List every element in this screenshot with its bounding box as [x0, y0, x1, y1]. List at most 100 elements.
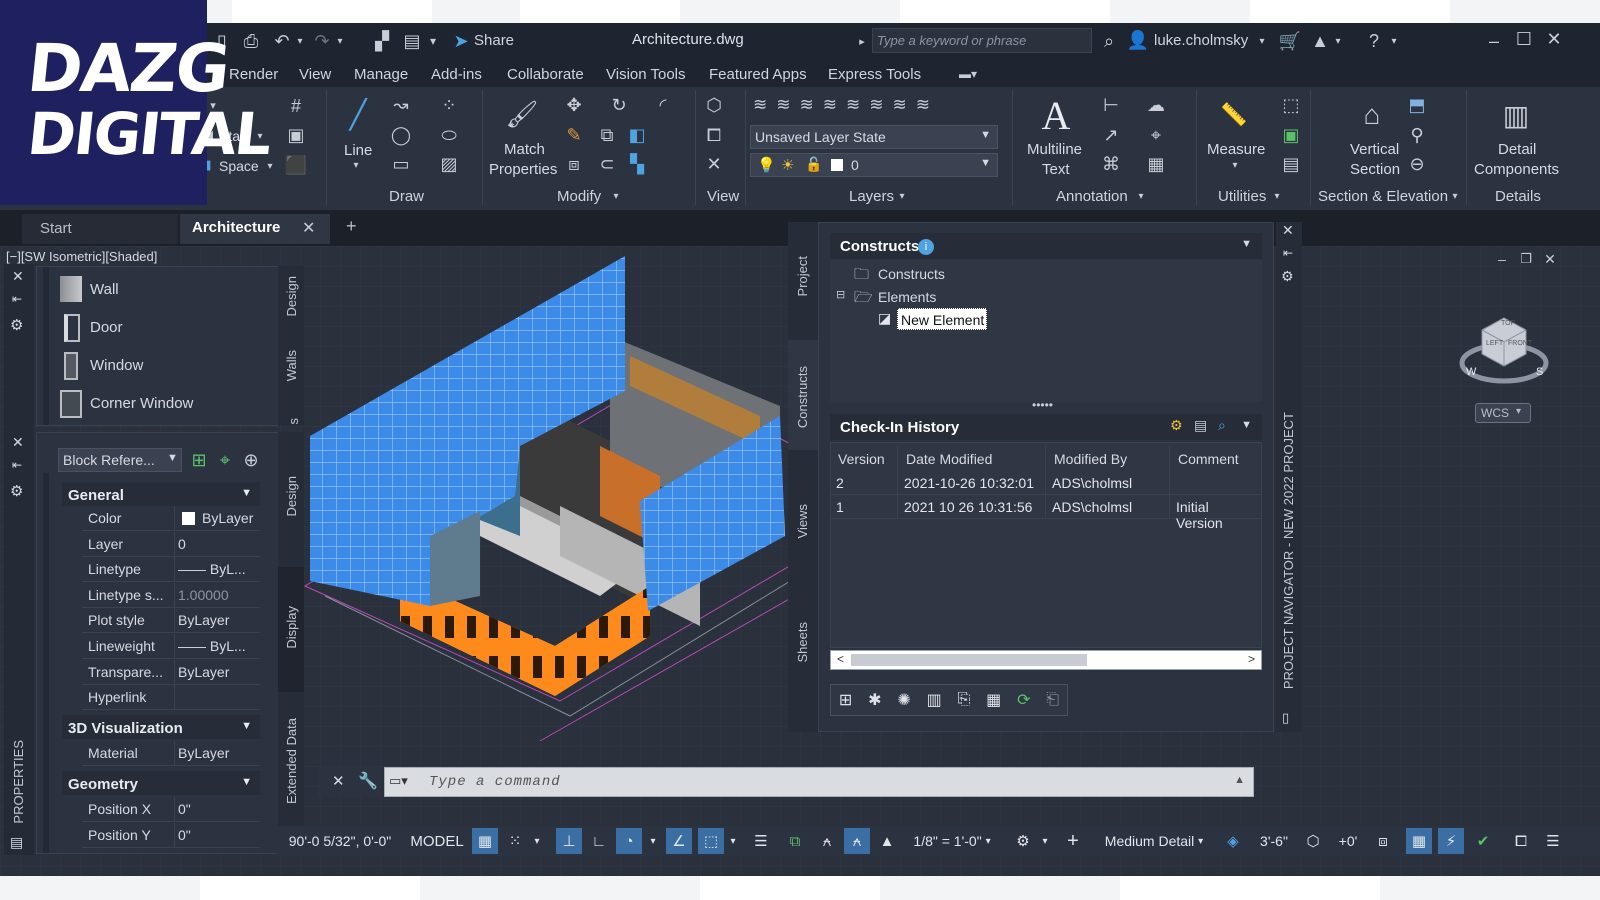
navigator-menu-icon[interactable]: ▯	[1282, 710, 1289, 726]
user-name[interactable]: luke.cholmsky	[1154, 32, 1248, 49]
workspace-gear-icon[interactable]: ⚙	[1010, 828, 1036, 854]
cut-plane-icon[interactable]: ◈	[1220, 828, 1246, 854]
viewport-minimize-icon[interactable]: –	[1494, 250, 1510, 268]
calendar-icon[interactable]: ▦	[986, 690, 1001, 710]
col-modified-by[interactable]: Modified By	[1046, 446, 1170, 471]
share-button[interactable]: Share	[474, 32, 514, 49]
tool-palette-scrollbar[interactable]	[43, 267, 49, 425]
property-value[interactable]: —— ByL...	[178, 638, 246, 654]
leader-icon[interactable]: ↗	[1100, 125, 1122, 145]
redo-dropdown-icon[interactable]: ▾	[334, 29, 346, 53]
help-dropdown-icon[interactable]: ▾	[1388, 29, 1400, 53]
property-row[interactable]: Material ByLayer	[82, 741, 260, 766]
vertical-section-button[interactable]: Section	[1350, 161, 1400, 178]
array-icon[interactable]: ▚	[626, 154, 648, 174]
ortho-icon[interactable]: ∟	[586, 828, 612, 854]
redo-icon[interactable]: ↷	[310, 29, 334, 53]
rectangle-icon[interactable]: ▭	[390, 154, 412, 174]
fullscreen-icon[interactable]: ⧠	[1508, 828, 1534, 854]
history-cell-version[interactable]: 2	[830, 471, 898, 495]
view-axis-icon[interactable]: ✕	[703, 154, 725, 174]
tool-corner-window[interactable]: Corner Window	[90, 395, 193, 412]
detail-components-button[interactable]: Components	[1474, 161, 1559, 178]
menu-manage[interactable]: Manage	[354, 66, 408, 83]
layer-lock-icon[interactable]: ≋	[846, 95, 860, 117]
history-cell-by[interactable]: ADS\cholmsl	[1046, 471, 1170, 495]
layer-isolate-icon[interactable]: ≋	[800, 95, 814, 117]
navigator-autohide-icon[interactable]: ⇤	[1283, 246, 1293, 260]
isolate-objects-icon[interactable]: ⧈	[1370, 828, 1396, 854]
close-tab-icon[interactable]: ✕	[302, 218, 315, 238]
offset-icon[interactable]: ⊂	[596, 154, 618, 174]
lineweight-icon[interactable]: ☰	[748, 828, 774, 854]
annotation-dropdown-icon[interactable]: ▾	[1135, 187, 1147, 205]
property-row[interactable]: Lineweight —— ByL...	[82, 634, 260, 659]
command-close-icon[interactable]: ✕	[332, 772, 345, 790]
add-construct-icon[interactable]: ⊞	[839, 690, 852, 710]
rotate-icon[interactable]: ↻	[608, 95, 630, 115]
properties-menu-icon[interactable]: ▤	[10, 834, 23, 851]
isodraft-icon[interactable]: ∠	[666, 828, 692, 854]
cart-icon[interactable]: 🛒	[1278, 29, 1302, 53]
layer-dropdown[interactable]: 💡 ☀ 🔓 0 ▼	[750, 153, 998, 177]
menu-featured-apps[interactable]: Featured Apps	[709, 66, 807, 83]
property-row[interactable]: Hyperlink	[82, 685, 260, 711]
tree-elements[interactable]: Elements	[878, 289, 936, 305]
col-date-modified[interactable]: Date Modified	[898, 446, 1046, 471]
command-expand-icon[interactable]: ▲	[1234, 774, 1245, 786]
clean-screen-icon[interactable]: ✔	[1470, 828, 1496, 854]
print-icon[interactable]: ⎙	[238, 29, 264, 53]
refresh-icon[interactable]: ⟳	[1017, 690, 1030, 710]
circle-icon[interactable]: ◯	[390, 125, 412, 145]
search-icon[interactable]: ⌕	[1097, 29, 1121, 53]
splitter-grip-icon[interactable]: •••••	[1032, 398, 1053, 412]
property-row[interactable]: Position X 0"	[82, 797, 260, 822]
infer-constraints-icon[interactable]: ⊥	[556, 828, 582, 854]
point-icon[interactable]: ⁘	[438, 95, 460, 115]
move-icon[interactable]: ✥	[563, 95, 585, 115]
history-cell-date[interactable]: 2021 10 26 10:31:56	[898, 495, 1046, 519]
quick-properties-icon[interactable]: ⚡	[1438, 828, 1464, 854]
auto-scale-icon[interactable]: ⍲	[844, 828, 870, 854]
properties-settings-icon[interactable]: ⚙	[10, 482, 23, 500]
snap-dropdown-icon[interactable]: ▾	[530, 828, 544, 854]
select-similar-icon[interactable]: ▣	[1280, 125, 1302, 145]
ribbon-display-toggle-icon[interactable]: ▬▾	[952, 64, 984, 84]
property-row[interactable]: Layer 0	[82, 531, 260, 557]
section-3d-visualization[interactable]: 3D Visualization ▼	[62, 715, 260, 739]
navigator-settings-icon[interactable]: ⚙	[1281, 268, 1294, 285]
chevron-down-icon[interactable]: ▼	[1241, 238, 1252, 250]
annotation-monitor-icon[interactable]: +	[1060, 828, 1086, 854]
tool-window[interactable]: Window	[90, 357, 143, 374]
tab-walls[interactable]: Walls	[284, 350, 299, 381]
detail-label[interactable]: Detail	[1498, 141, 1536, 158]
osnap-dropdown-icon[interactable]: ▾	[726, 828, 740, 854]
measure-button[interactable]: Measure	[1207, 141, 1265, 158]
calculator-icon[interactable]: ▤	[1280, 154, 1302, 174]
menu-view[interactable]: View	[299, 66, 331, 83]
layer-match-icon[interactable]: ≋	[869, 95, 883, 117]
maximize-icon[interactable]: ☐	[1512, 27, 1536, 51]
utilities-dropdown-icon[interactable]: ▾	[1271, 187, 1283, 205]
elevation-offset[interactable]: +0'	[1330, 828, 1366, 854]
layout-icon[interactable]: ▤	[400, 29, 424, 53]
polyline-icon[interactable]: ↝	[390, 95, 412, 115]
pickadd-icon[interactable]: ⊕	[240, 449, 262, 471]
cut-plane-height[interactable]: 3'-6"	[1250, 828, 1298, 854]
tab-design-properties[interactable]: Design	[284, 476, 299, 516]
layer-merge-icon[interactable]: ≋	[916, 95, 930, 117]
measure-icon[interactable]: 📏	[1214, 100, 1254, 130]
stretch-icon[interactable]: ⧈	[563, 154, 585, 174]
search-input[interactable]: Type a keyword or phrase	[872, 28, 1092, 53]
property-value[interactable]: 0	[178, 536, 186, 552]
vertical-label[interactable]: Vertical	[1350, 141, 1399, 158]
search-expand-icon[interactable]: ▸	[855, 29, 869, 53]
grid-icon[interactable]: #	[285, 96, 307, 116]
navigator-close-icon[interactable]: ✕	[1282, 222, 1294, 239]
property-value[interactable]: ByLayer	[178, 745, 229, 761]
properties-icon[interactable]: ▥	[927, 690, 942, 710]
share-icon[interactable]: ➤	[450, 29, 472, 53]
match-label[interactable]: Match	[504, 141, 545, 158]
property-value[interactable]: ByLayer	[178, 612, 229, 628]
view-window-icon[interactable]: ⧠	[703, 125, 725, 145]
